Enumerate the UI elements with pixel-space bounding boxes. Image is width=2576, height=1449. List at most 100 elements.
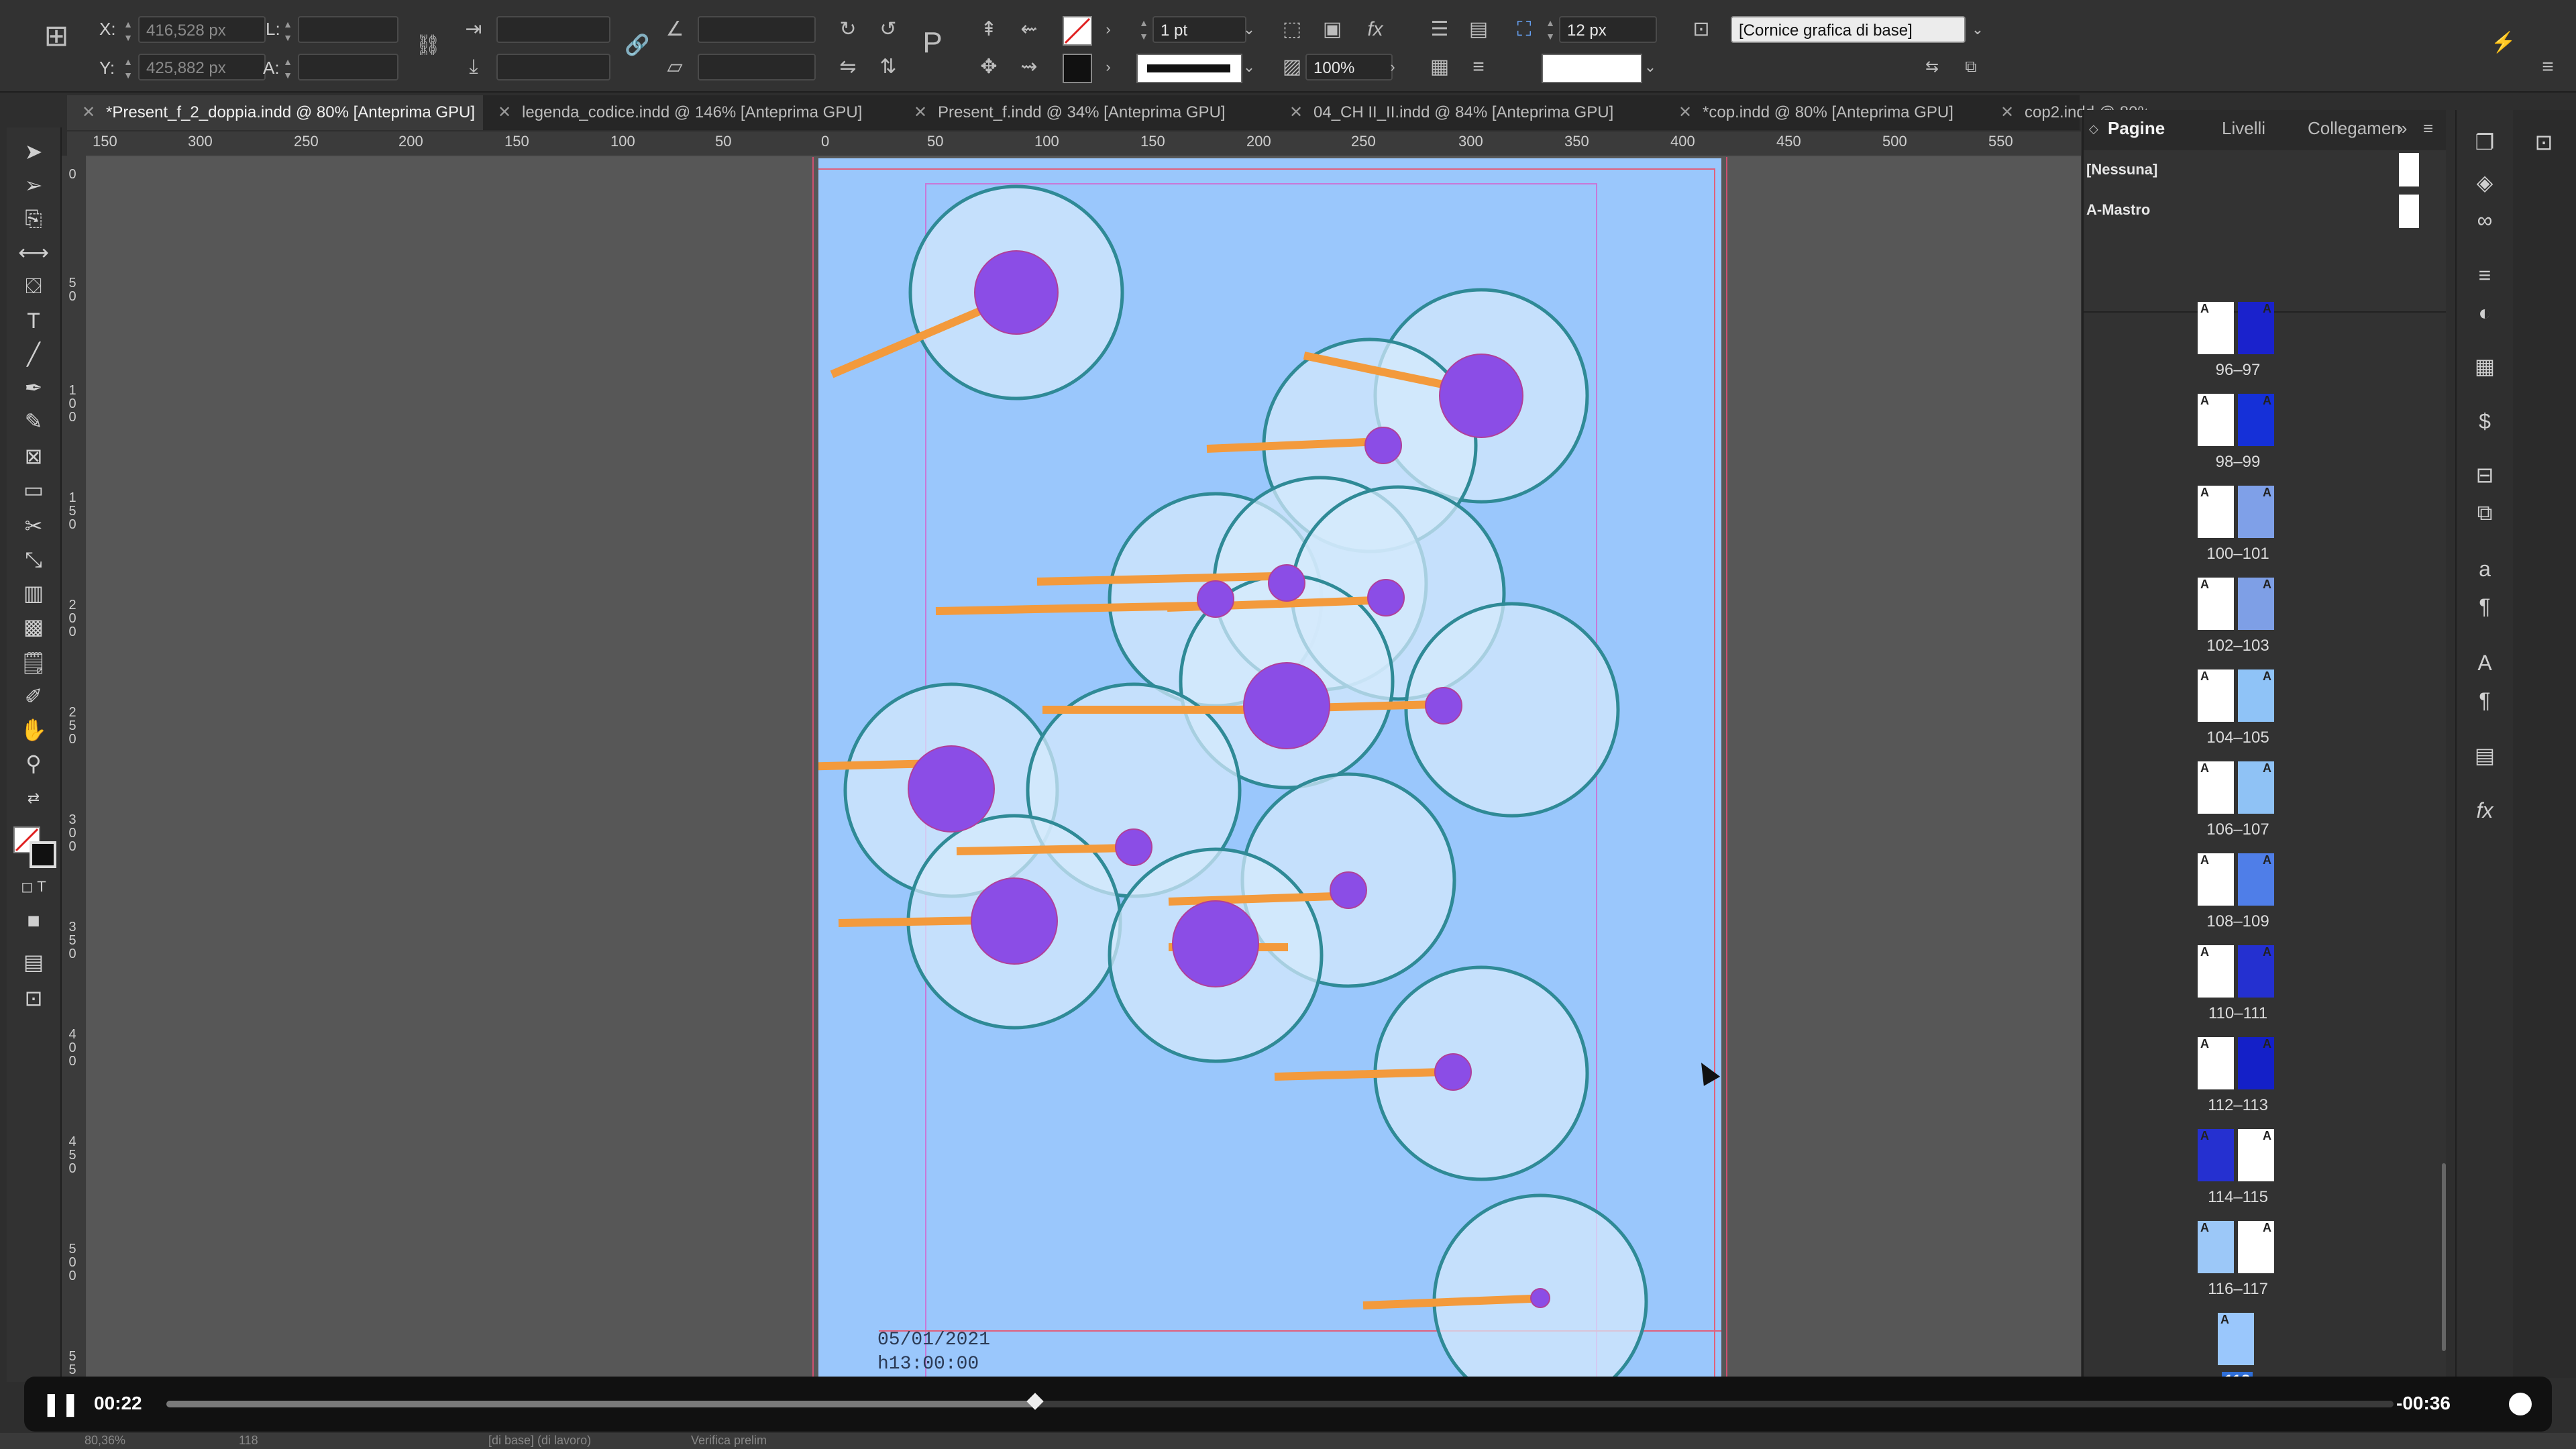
page-thumbnail[interactable]: A bbox=[2198, 761, 2234, 814]
flip-h-icon[interactable]: ⇋ bbox=[835, 54, 861, 80]
apply-color-icon[interactable]: ■ bbox=[15, 906, 52, 935]
purple-dot[interactable] bbox=[1367, 579, 1405, 616]
spread-label[interactable]: 108–109 bbox=[2184, 912, 2292, 931]
l-stepper[interactable]: ▲ ▼ bbox=[282, 17, 294, 44]
spread-label[interactable]: 112–113 bbox=[2184, 1096, 2292, 1115]
page-thumbnail[interactable]: A bbox=[2198, 302, 2234, 354]
properties-icon[interactable]: ⊡ bbox=[2528, 126, 2560, 158]
scale-x-icon[interactable]: ⇥ bbox=[460, 16, 487, 43]
gradient-swatch-tool-icon[interactable]: ▥ bbox=[15, 578, 52, 608]
progress-track[interactable] bbox=[166, 1393, 2394, 1410]
close-icon[interactable]: ✕ bbox=[82, 95, 95, 130]
orange-line[interactable] bbox=[838, 916, 985, 927]
scale-y-icon[interactable]: ⤓ bbox=[460, 54, 487, 80]
pathfinder-icon[interactable]: ⧉ bbox=[2469, 496, 2501, 529]
purple-dot[interactable] bbox=[1330, 871, 1367, 909]
stroke-panel-icon[interactable]: ≡ bbox=[2469, 259, 2501, 291]
stroke-swatch-tool[interactable] bbox=[30, 841, 56, 868]
orange-line[interactable] bbox=[1274, 1068, 1444, 1081]
rotation-angle-icon[interactable]: ∠ bbox=[661, 16, 688, 43]
page-thumbnail[interactable]: A bbox=[2238, 761, 2274, 814]
tab-04-ch[interactable]: ✕ 04_CH II_II.indd @ 84% [Anteprima GPU] bbox=[1275, 95, 1664, 130]
x-field[interactable]: 416,528 px bbox=[138, 16, 266, 43]
panel-menu-icon[interactable]: ≡ bbox=[2534, 54, 2561, 80]
zoom-tool-icon[interactable]: ⚲ bbox=[15, 749, 52, 778]
opacity-icon[interactable]: ▨ bbox=[1279, 54, 1305, 80]
tab-collegamenti[interactable]: Collegamen bbox=[2308, 118, 2401, 139]
flip-v-icon[interactable]: ⇅ bbox=[875, 54, 902, 80]
auto-fit-icon[interactable]: ⛶ bbox=[1511, 16, 1538, 43]
screen-mode-icon[interactable]: ▤ bbox=[15, 947, 52, 977]
timestamp-text-frame[interactable]: 05/01/2021 h13:00:00 bbox=[877, 1328, 990, 1377]
swap-colors-icon[interactable]: ⇄ bbox=[15, 784, 52, 813]
stroke-type-dropdown-icon[interactable]: ⌄ bbox=[1236, 54, 1263, 80]
orange-line[interactable] bbox=[1168, 892, 1336, 906]
stroke-dropdown-icon[interactable]: › bbox=[1095, 54, 1122, 80]
close-icon[interactable]: ✕ bbox=[2000, 95, 2014, 130]
pen-tool-icon[interactable]: ✒ bbox=[15, 373, 52, 402]
eyedropper-tool-icon[interactable]: ✐ bbox=[15, 682, 52, 711]
corner-shape-field[interactable] bbox=[1542, 54, 1642, 83]
page-tool-icon[interactable]: ⎘ bbox=[15, 204, 52, 233]
page-thumbnail[interactable]: A bbox=[2198, 578, 2234, 630]
rectangle-frame-tool-icon[interactable]: ⊠ bbox=[15, 441, 52, 471]
spread-label[interactable]: 104–105 bbox=[2184, 729, 2292, 747]
text-wrap-shape-icon[interactable]: ▦ bbox=[1426, 54, 1453, 80]
select-next-icon[interactable]: ⇝ bbox=[1016, 54, 1042, 80]
document-page[interactable]: 05/01/2021 h13:00:00 bbox=[769, 158, 1758, 1377]
character-icon[interactable]: A bbox=[2469, 647, 2501, 679]
spread-label[interactable]: 114–115 bbox=[2184, 1188, 2292, 1207]
rotate-cw-icon[interactable]: ↻ bbox=[835, 16, 861, 43]
text-wrap-bbox-icon[interactable]: ▤ bbox=[1465, 16, 1492, 43]
panel-menu-icon[interactable]: ≡ bbox=[2423, 118, 2433, 139]
page-thumbnail[interactable]: A bbox=[2238, 394, 2274, 446]
hand-tool-icon[interactable]: ✋ bbox=[15, 715, 52, 745]
rectangle-tool-icon[interactable]: ▭ bbox=[15, 475, 52, 504]
page-thumbnail[interactable]: A bbox=[2198, 853, 2234, 906]
spread-label[interactable]: 102–103 bbox=[2184, 637, 2292, 655]
purple-dot[interactable] bbox=[1115, 828, 1152, 866]
x-stepper[interactable]: ▲ ▼ bbox=[122, 17, 134, 44]
object-style-select[interactable]: [Cornice grafica di base] bbox=[1731, 16, 1966, 43]
volume-icon[interactable] bbox=[2509, 1393, 2532, 1415]
free-transform-tool-icon[interactable]: ⤡ bbox=[15, 545, 52, 574]
fill-dropdown-icon[interactable]: › bbox=[1095, 16, 1122, 43]
master-a-thumb[interactable] bbox=[2399, 195, 2419, 228]
page-artwork[interactable] bbox=[769, 158, 1758, 1377]
page-thumbnail[interactable]: A bbox=[2238, 1037, 2274, 1089]
spread-label[interactable]: 116–117 bbox=[2184, 1280, 2292, 1299]
spread-label[interactable]: 106–107 bbox=[2184, 820, 2292, 839]
page-thumbnail[interactable]: A bbox=[2198, 486, 2234, 538]
content-collector-icon[interactable]: ⛋ bbox=[15, 271, 52, 301]
fill-none-swatch[interactable] bbox=[1063, 16, 1092, 46]
page-thumbnail[interactable]: A bbox=[2238, 669, 2274, 722]
a-stepper[interactable]: ▲ ▼ bbox=[282, 55, 294, 82]
path-type-icon[interactable]: P bbox=[919, 28, 946, 58]
note-tool-icon[interactable]: 🗒 bbox=[15, 648, 52, 678]
stroke-weight-field[interactable]: 1 pt bbox=[1152, 16, 1246, 43]
tab-livelli[interactable]: Livelli bbox=[2222, 118, 2265, 139]
view-mode-icon[interactable]: ⊡ bbox=[15, 983, 52, 1013]
purple-dot[interactable] bbox=[1530, 1288, 1550, 1308]
page-thumbnail[interactable]: A bbox=[2238, 486, 2274, 538]
type-tool-icon[interactable]: T bbox=[15, 306, 52, 335]
more-tabs-icon[interactable]: » bbox=[2398, 118, 2407, 139]
text-wrap-none-icon[interactable]: ☰ bbox=[1426, 16, 1453, 43]
text-wrap-icon[interactable]: ▤ bbox=[2469, 739, 2501, 771]
stroke-weight-stepper[interactable]: ▲ ▼ bbox=[1138, 16, 1150, 43]
pages-icon[interactable]: ❐ bbox=[2469, 126, 2501, 158]
layers-icon[interactable]: ◈ bbox=[2469, 166, 2501, 199]
page-number[interactable]: 118 bbox=[239, 1434, 258, 1448]
close-icon[interactable]: ✕ bbox=[1289, 95, 1303, 130]
page-thumbnail[interactable]: A bbox=[2238, 1221, 2274, 1273]
object-style-icon[interactable]: ⊡ bbox=[1688, 16, 1715, 43]
gap-tool-icon[interactable]: ⟷ bbox=[15, 237, 52, 267]
master-none[interactable]: [Nessuna] bbox=[2086, 161, 2157, 178]
align-icon[interactable]: ⊟ bbox=[2469, 459, 2501, 491]
zoom-level[interactable]: 80,36% bbox=[85, 1434, 125, 1448]
spread-label[interactable]: 98–99 bbox=[2184, 453, 2292, 472]
tab-legenda-codice[interactable]: ✕ legenda_codice.indd @ 146% [Anteprima G… bbox=[483, 95, 899, 130]
orange-line[interactable] bbox=[956, 844, 1129, 855]
frame-fitting-icon[interactable]: ⬚ bbox=[1279, 16, 1305, 43]
select-prev-icon[interactable]: ⇜ bbox=[1016, 16, 1042, 43]
